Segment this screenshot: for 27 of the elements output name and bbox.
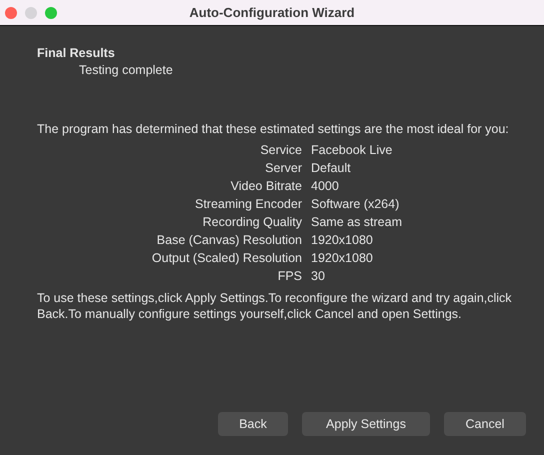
setting-label: Service: [260, 143, 302, 157]
setting-label: Server: [265, 161, 302, 175]
setting-label: FPS: [278, 269, 302, 283]
setting-label: Video Bitrate: [230, 179, 302, 193]
setting-value: 1920x1080: [311, 251, 373, 265]
setting-value: Software (x264): [311, 197, 400, 211]
page-title: Final Results: [37, 46, 115, 60]
setting-label: Recording Quality: [202, 215, 302, 229]
instructions-text: To use these settings,click Apply Settings.To reconfigure the wizard and try again,click Back.To manually configure settings yourself,click Cancel and open Settings.: [37, 290, 513, 322]
setting-value: Same as stream: [311, 215, 402, 229]
setting-value: 30: [311, 269, 325, 283]
setting-label: Streaming Encoder: [194, 197, 302, 211]
setting-value: 1920x1080: [311, 233, 373, 247]
setting-value: Default: [311, 161, 351, 175]
cancel-button[interactable]: Cancel: [444, 412, 526, 436]
close-icon[interactable]: [5, 6, 17, 18]
zoom-icon[interactable]: [45, 6, 57, 18]
setting-label: Base (Canvas) Resolution: [156, 233, 302, 247]
page-subtitle: Testing complete: [79, 63, 173, 77]
window-title: Auto-Configuration Wizard: [189, 5, 355, 20]
back-button[interactable]: Back: [218, 412, 288, 436]
minimize-icon[interactable]: [25, 6, 37, 18]
setting-label: Output (Scaled) Resolution: [152, 251, 302, 265]
apply-settings-button[interactable]: Apply Settings: [302, 412, 430, 436]
setting-value: Facebook Live: [311, 143, 392, 157]
intro-text: The program has determined that these estimated settings are the most ideal for you:: [37, 121, 510, 137]
setting-value: 4000: [311, 179, 339, 193]
